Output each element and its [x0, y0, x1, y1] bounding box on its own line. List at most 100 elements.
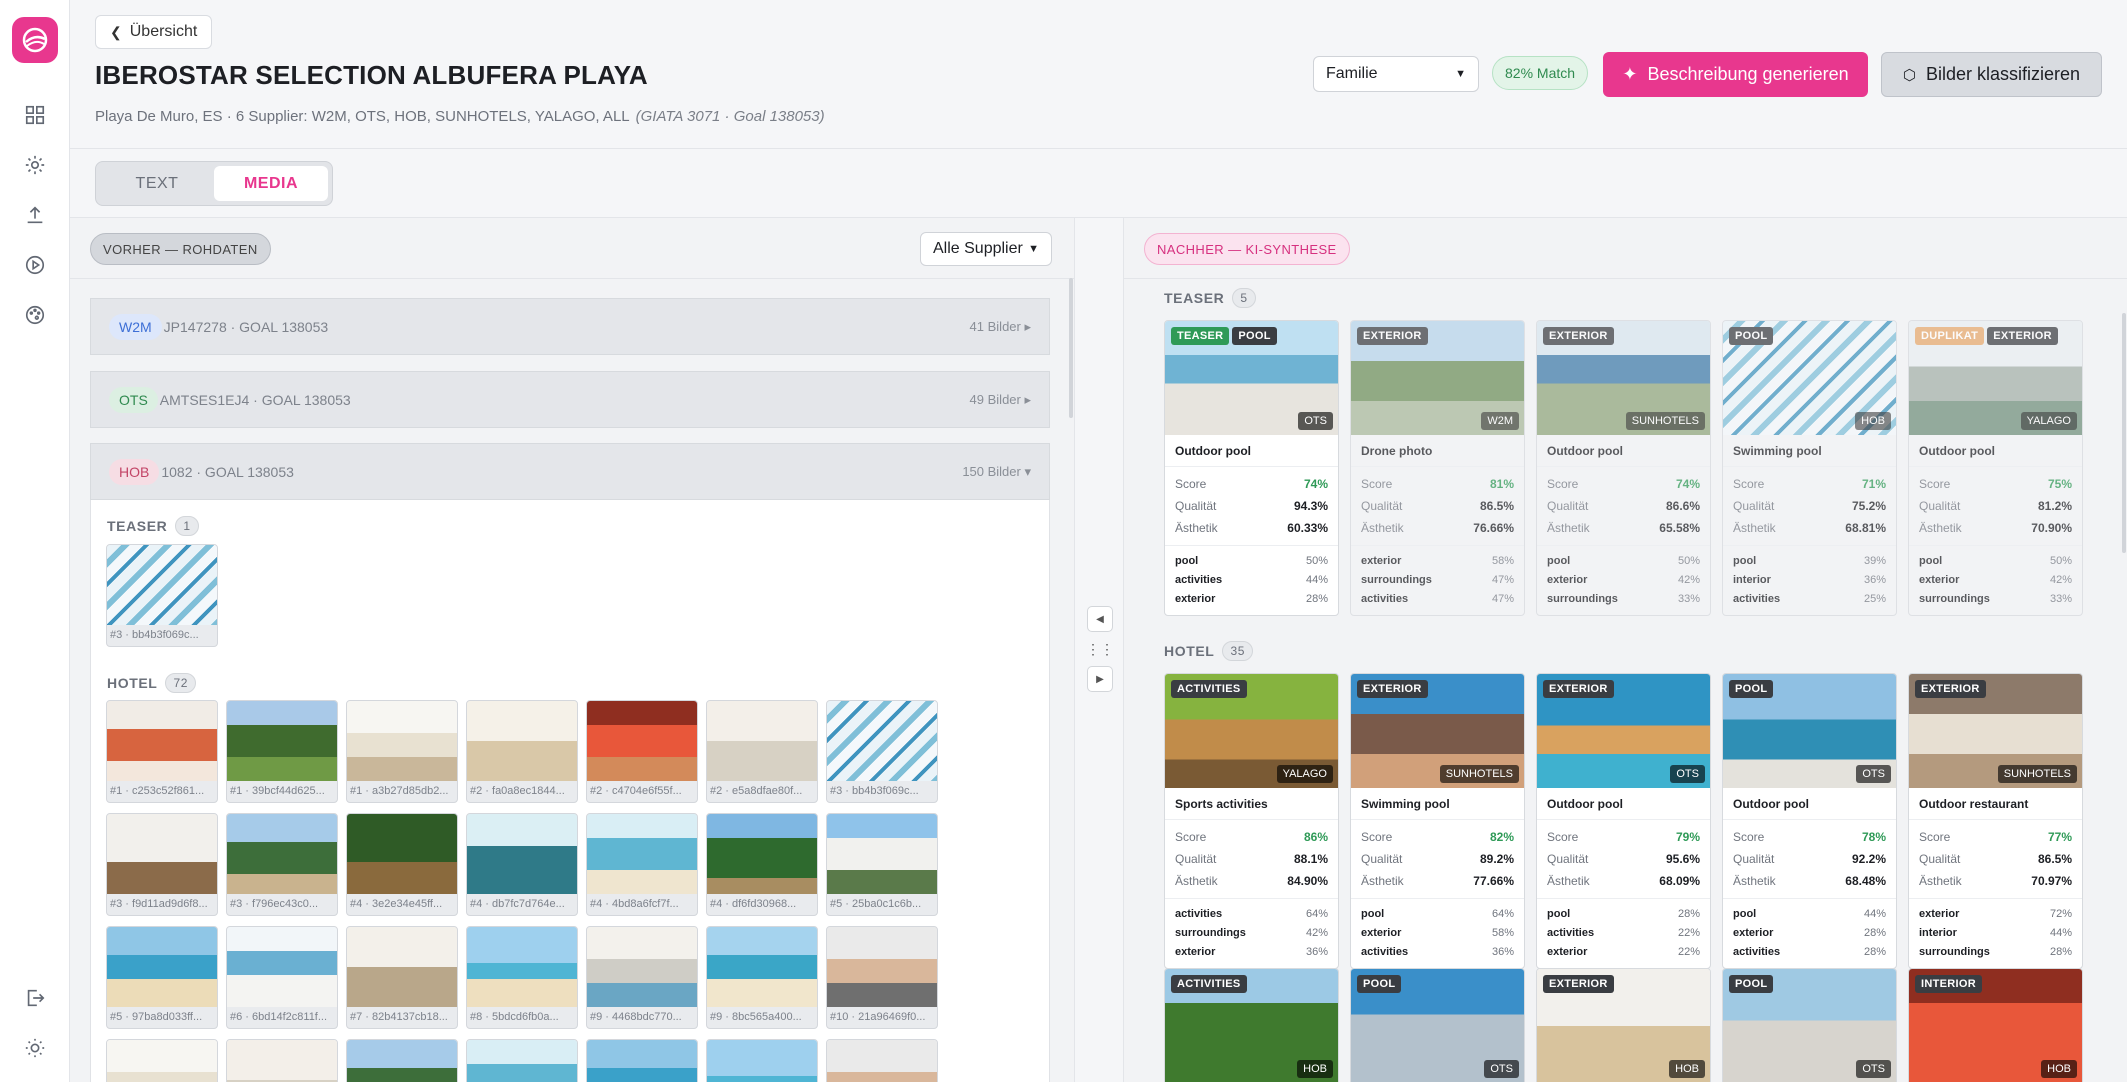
metric-row: Ästhetik 68.81% [1733, 517, 1886, 539]
metric-label: Qualität [1547, 499, 1589, 513]
collapse-left-button[interactable]: ◀ [1087, 606, 1113, 632]
image-caption: #4 · 3e2e34e45ff... [350, 898, 443, 910]
metric-label: Ästhetik [1361, 874, 1404, 888]
ai-synthesis-panel: NACHHER — KI-SYNTHESE TEASER 5 HOTEL 35 TE… [1123, 218, 2127, 1082]
image-thumb[interactable]: #3 · bb4b3f069c... [106, 544, 218, 647]
image-thumb[interactable]: #4 · 4bd8a6fcf7f... [586, 813, 698, 916]
photo: POOL OTS [1351, 969, 1524, 1082]
image-caption: #9 · 4468bdc770... [590, 1011, 682, 1023]
supplier-row-w2m[interactable]: W2M JP147278 · GOAL 138053 41 Bilder ▸ [90, 298, 1050, 355]
supplier-row-hob[interactable]: HOB 1082 · GOAL 138053 150 Bilder ▾ [90, 443, 1050, 500]
image-caption: #1 · a3b27d85db2... [350, 785, 449, 797]
supplier-tag: OTS [109, 386, 158, 413]
image-thumb[interactable]: #5 · 97ba8d033ff... [106, 926, 218, 1029]
image-card[interactable]: EXTERIOR HOB [1536, 968, 1711, 1082]
image-card[interactable]: EXTERIOR W2M Drone photo Score 81% Qualität 86… [1350, 320, 1525, 616]
tag-row: activities 28% [1733, 943, 1886, 962]
metric-row: Score 86% [1175, 826, 1328, 848]
logout-icon[interactable] [22, 985, 48, 1011]
image-thumb[interactable] [106, 1039, 218, 1082]
image-thumb[interactable]: #4 · df6fd30968... [706, 813, 818, 916]
image-thumb[interactable]: #1 · c253c52f861... [106, 700, 218, 803]
tag-row: activities 36% [1361, 943, 1514, 962]
sun-icon[interactable] [22, 1035, 48, 1061]
image-thumb[interactable]: #2 · fa0a8ec1844... [466, 700, 578, 803]
image-card[interactable]: POOL OTS [1722, 968, 1897, 1082]
image-thumb[interactable]: #7 · 82b4137cb18... [346, 926, 458, 1029]
scrollbar[interactable] [2122, 313, 2126, 553]
image-thumb[interactable]: #2 · e5a8dfae80f... [706, 700, 818, 803]
photo: ACTIVITIES YALAGO [1165, 674, 1338, 788]
image-thumb[interactable]: #1 · a3b27d85db2... [346, 700, 458, 803]
image-thumb[interactable]: #6 · 6bd14f2c811f... [226, 926, 338, 1029]
image-name: Outdoor restaurant [1909, 788, 2082, 820]
grid-icon[interactable] [22, 102, 48, 128]
generate-description-button[interactable]: ✦ Beschreibung generieren [1603, 52, 1868, 97]
image-thumb[interactable]: #2 · c4704e6f55f... [586, 700, 698, 803]
upload-icon[interactable] [22, 202, 48, 228]
supplier-row-ots[interactable]: OTS AMTSES1EJ4 · GOAL 138053 49 Bilder ▸ [90, 371, 1050, 428]
tag-name: activities [1733, 946, 1781, 958]
back-label: Übersicht [129, 23, 198, 40]
image-card[interactable]: TEASER POOL OTS Outdoor pool Score 74% Qualitä… [1164, 320, 1339, 616]
classify-images-button[interactable]: ⬡ Bilder klassifizieren [1881, 52, 2102, 97]
image-thumb[interactable]: #3 · f9d11ad9d6f8... [106, 813, 218, 916]
image-thumb[interactable] [706, 1039, 818, 1082]
collapse-right-button[interactable]: ▶ [1087, 666, 1113, 692]
image-thumb[interactable]: #3 · bb4b3f069c... [826, 700, 938, 803]
image-card[interactable]: ACTIVITIES HOB [1164, 968, 1339, 1082]
tag-value: 36% [1305, 946, 1328, 958]
image-card[interactable]: EXTERIOR OTS Outdoor pool Score 79% Qualität 9… [1536, 673, 1711, 969]
image-thumb[interactable]: #10 · 21a96469f0... [826, 926, 938, 1029]
metric-value: 77.66% [1473, 874, 1514, 888]
image-thumb[interactable]: #4 · 3e2e34e45ff... [346, 813, 458, 916]
image-thumb[interactable] [466, 1039, 578, 1082]
image-thumb[interactable]: #4 · db7fc7d764e... [466, 813, 578, 916]
drag-handle-icon[interactable]: ⋮⋮ [1086, 636, 1114, 662]
back-button[interactable]: ❮ Übersicht [95, 15, 213, 49]
audience-select[interactable]: Familie ▼ [1313, 56, 1479, 92]
image-thumb[interactable]: #3 · f796ec43c0... [226, 813, 338, 916]
image-card[interactable]: DUPLIKAT EXTERIOR YALAGO Outdoor pool Score 7… [1908, 320, 2083, 616]
image-thumb[interactable]: #8 · 5bdcd6fb0a... [466, 926, 578, 1029]
tag-value: 44% [1863, 908, 1886, 920]
palette-icon[interactable] [22, 302, 48, 328]
image-thumb[interactable] [346, 1039, 458, 1082]
play-icon[interactable] [22, 252, 48, 278]
image-metrics: Score 74% Qualität 86.6% Ästhetik 65.58% [1537, 467, 1710, 546]
image-thumb[interactable]: #9 · 8bc565a400... [706, 926, 818, 1029]
image-thumb[interactable]: #9 · 4468bdc770... [586, 926, 698, 1029]
image-card[interactable]: ACTIVITIES YALAGO Sports activities Score 86… [1164, 673, 1339, 969]
photo: EXTERIOR HOB [1537, 969, 1710, 1082]
tag-value: 64% [1491, 908, 1514, 920]
tab-text[interactable]: TEXT [100, 166, 214, 201]
tab-media[interactable]: MEDIA [214, 166, 328, 201]
app-logo[interactable] [12, 17, 58, 63]
image-card[interactable]: EXTERIOR SUNHOTELS Outdoor pool Score 74% Qua… [1536, 320, 1711, 616]
scrollbar[interactable] [1069, 278, 1073, 418]
image-thumb[interactable]: #5 · 25ba0c1c6b... [826, 813, 938, 916]
metric-value: 88.1% [1293, 852, 1328, 866]
image-thumb[interactable] [586, 1039, 698, 1082]
image-card[interactable]: EXTERIOR SUNHOTELS Outdoor restaurant Score… [1908, 673, 2083, 969]
image-card[interactable]: POOL HOB Swimming pool Score 71% Qualität 75.2… [1722, 320, 1897, 616]
image-thumb[interactable] [226, 1039, 338, 1082]
tag-row: surroundings 47% [1361, 571, 1514, 590]
image-metrics: Score 75% Qualität 81.2% Ästhetik 70.90% [1909, 467, 2082, 546]
photo [107, 545, 217, 625]
image-card[interactable]: INTERIOR HOB [1908, 968, 2083, 1082]
metric-label: Score [1547, 477, 1579, 491]
supplier-filter-select[interactable]: Alle Supplier ▼ [920, 232, 1052, 266]
image-card[interactable]: POOL OTS Outdoor pool Score 78% Qualität 92.2%… [1722, 673, 1897, 969]
image-card[interactable]: EXTERIOR SUNHOTELS Swimming pool Score 82% Qu… [1350, 673, 1525, 969]
gear-icon[interactable] [22, 152, 48, 178]
image-card[interactable]: POOL OTS [1350, 968, 1525, 1082]
tag-name: pool [1733, 555, 1757, 567]
category-label: INTERIOR [1915, 975, 1982, 993]
metric-value: 81% [1489, 477, 1514, 491]
metric-row: Score 77% [1919, 826, 2072, 848]
photo: INTERIOR HOB [1909, 969, 2082, 1082]
metric-label: Ästhetik [1175, 874, 1218, 888]
image-thumb[interactable] [826, 1039, 938, 1082]
image-thumb[interactable]: #1 · 39bcf44d625... [226, 700, 338, 803]
